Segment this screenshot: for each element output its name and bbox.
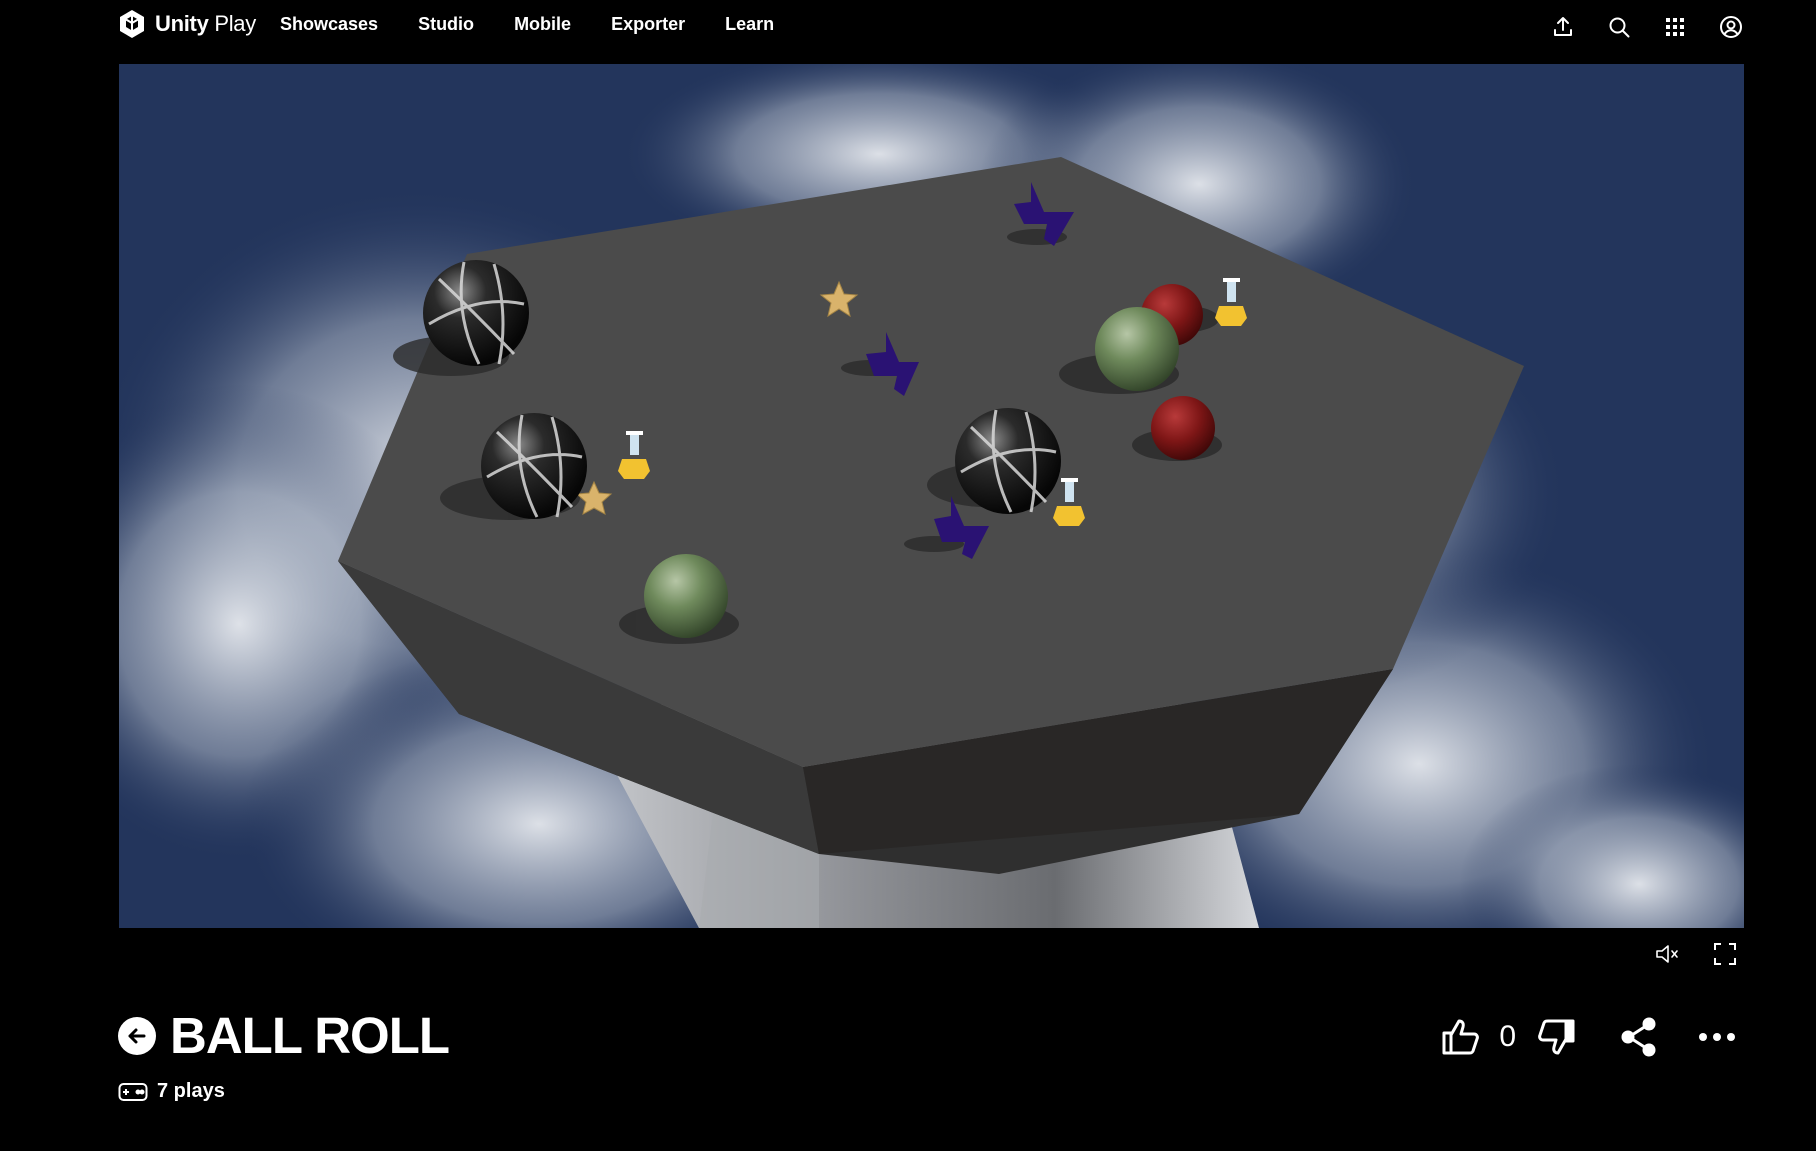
unity-play-logo[interactable]: Unity Play — [116, 8, 256, 40]
dislike-button[interactable] — [1534, 1016, 1576, 1058]
more-options-button[interactable] — [1696, 1016, 1738, 1058]
nav-link-studio[interactable]: Studio — [418, 14, 474, 35]
like-button[interactable] — [1441, 1016, 1483, 1058]
nav-links: Showcases Studio Mobile Exporter Learn — [280, 14, 814, 35]
share-icon — [1621, 1017, 1656, 1057]
top-navigation: Unity Play Showcases Studio Mobile Expor… — [0, 0, 1816, 62]
brand-name: Unity — [155, 11, 209, 36]
page-title: BALL ROLL — [170, 1007, 450, 1064]
arrow-left-icon — [128, 1028, 146, 1043]
nav-link-showcases[interactable]: Showcases — [280, 14, 378, 35]
unity-logo-icon — [120, 10, 144, 38]
search-icon[interactable] — [1606, 14, 1632, 40]
nav-icon-group — [1550, 14, 1744, 40]
thumbs-down-icon — [1538, 1019, 1575, 1055]
like-count: 0 — [1499, 1020, 1516, 1053]
back-button[interactable] — [118, 1016, 156, 1055]
nav-link-mobile[interactable]: Mobile — [514, 14, 571, 35]
game-title-row: BALL ROLL — [118, 1007, 450, 1064]
account-icon[interactable] — [1718, 14, 1744, 40]
mute-icon[interactable] — [1654, 941, 1680, 967]
upload-icon[interactable] — [1550, 14, 1576, 40]
game-actions: 0 — [1441, 1016, 1738, 1058]
thumbs-up-icon — [1442, 1019, 1480, 1055]
fullscreen-icon[interactable] — [1712, 941, 1738, 967]
nav-link-exporter[interactable]: Exporter — [611, 14, 685, 35]
play-count: 7 plays — [118, 1080, 225, 1103]
gamepad-icon — [118, 1082, 148, 1101]
share-button[interactable] — [1618, 1016, 1660, 1058]
brand-suffix: Play — [214, 11, 256, 36]
apps-grid-icon[interactable] — [1662, 14, 1688, 40]
player-controls — [1654, 941, 1738, 967]
game-canvas[interactable] — [119, 64, 1744, 928]
nav-link-learn[interactable]: Learn — [725, 14, 774, 35]
plays-label: 7 plays — [157, 1080, 225, 1102]
more-horizontal-icon — [1699, 1033, 1735, 1041]
